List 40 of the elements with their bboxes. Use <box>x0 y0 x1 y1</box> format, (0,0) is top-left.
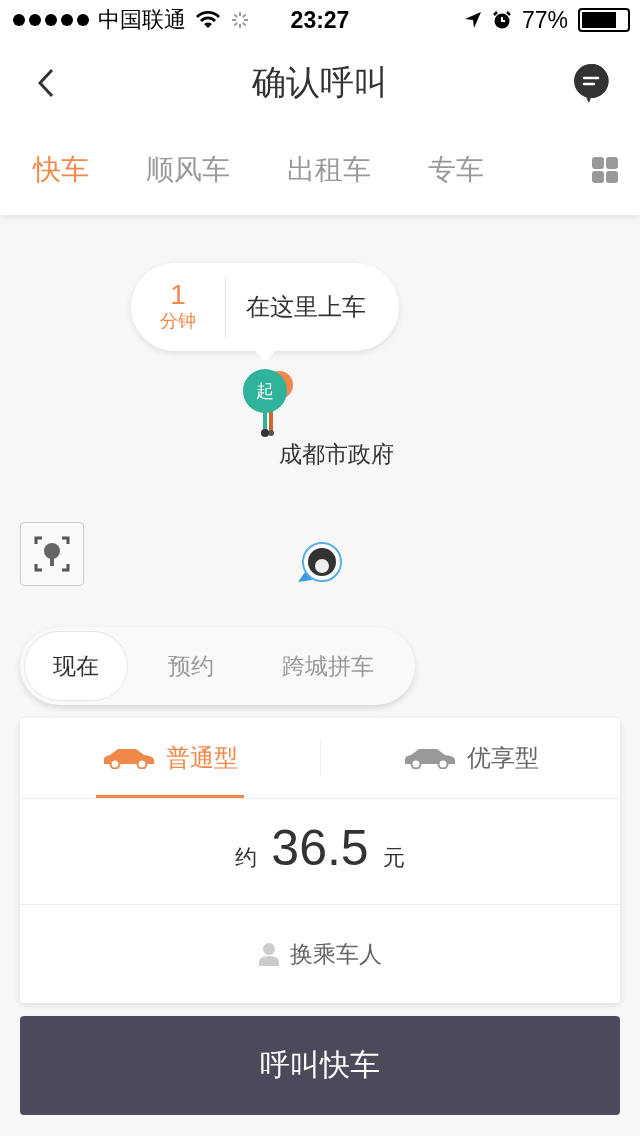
page-title: 确认呼叫 <box>252 61 388 103</box>
service-tab[interactable]: 出租车 <box>287 151 371 189</box>
pickup-hint: 在这里上车 <box>246 292 366 322</box>
battery-icon <box>578 8 630 32</box>
alarm-icon <box>491 10 512 30</box>
locate-button[interactable] <box>20 522 84 586</box>
fare-unit: 元 <box>382 844 405 872</box>
pickup-bubble[interactable]: 1 分钟 在这里上车 <box>131 263 399 351</box>
battery-percent: 77% <box>521 6 568 34</box>
locate-icon <box>32 534 72 574</box>
location-arrow-icon <box>463 11 482 29</box>
fare-prefix: 约 <box>235 844 258 872</box>
message-button[interactable] <box>572 61 610 104</box>
fare-amount: 36.5 <box>271 819 369 877</box>
loading-icon <box>230 10 250 30</box>
person-icon <box>258 942 280 966</box>
time-mode-tab[interactable]: 预约 <box>140 631 242 701</box>
call-button[interactable]: 呼叫快车 <box>20 1016 620 1115</box>
car-icon <box>102 747 156 769</box>
back-button[interactable] <box>38 67 54 98</box>
car-type-tab[interactable]: 普通型 <box>96 718 244 798</box>
signal-icon <box>12 13 90 27</box>
eta-value: 1 <box>170 281 186 309</box>
change-rider-button[interactable]: 换乘车人 <box>20 905 620 1003</box>
map-pins-drawing <box>243 369 295 439</box>
time-mode-tab[interactable]: 跨城拼车 <box>254 631 402 701</box>
map-place-label: 成都市政府 <box>279 440 394 469</box>
start-marker: 起 <box>256 381 274 401</box>
service-tab[interactable]: 专车 <box>428 151 484 189</box>
service-tab[interactable]: 快车 <box>33 151 89 189</box>
grid-menu-icon[interactable] <box>592 157 618 183</box>
clock-time: 23:27 <box>290 6 350 34</box>
carrier-name: 中国联通 <box>98 6 186 34</box>
service-tab[interactable]: 顺风车 <box>146 151 230 189</box>
bubble-pointer <box>255 351 275 361</box>
car-type-tab[interactable]: 优享型 <box>321 718 620 798</box>
car-icon <box>402 747 457 769</box>
eta-unit: 分钟 <box>160 310 196 333</box>
wifi-icon <box>196 11 220 29</box>
time-mode-tab[interactable]: 现在 <box>24 631 128 701</box>
